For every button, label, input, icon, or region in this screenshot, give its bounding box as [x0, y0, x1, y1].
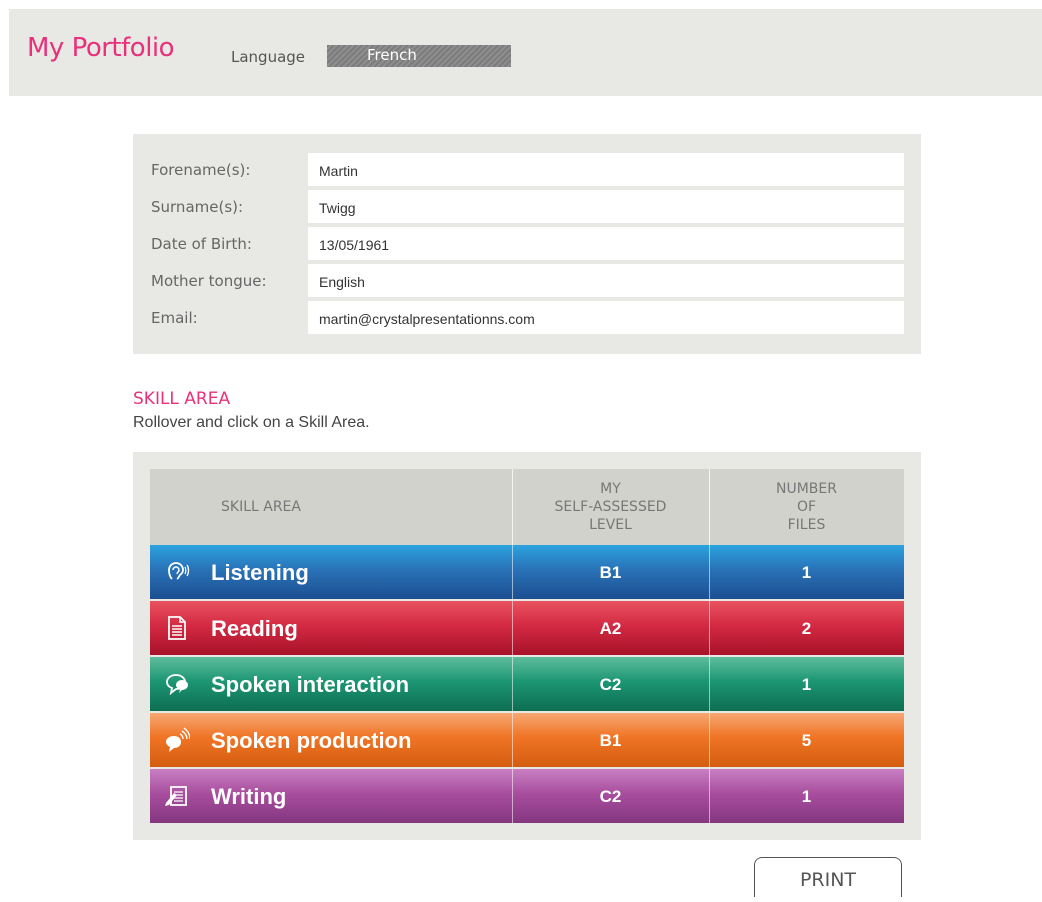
app-title: My Portfolio — [27, 33, 175, 63]
email-label: Email: — [151, 309, 198, 327]
skill-name: Writing — [211, 784, 287, 809]
language-label: Language — [231, 48, 306, 66]
forename-label: Forename(s): — [151, 161, 251, 179]
skill-level: A2 — [599, 619, 622, 638]
date-of-birth-field[interactable]: 13/05/1961 — [308, 227, 904, 260]
writing-icon — [165, 786, 187, 806]
skill-file-count: 1 — [801, 675, 812, 694]
document-icon — [168, 616, 186, 640]
profile-panel: Forename(s): Martin Surname(s): Twigg Da… — [133, 134, 921, 354]
column-header-level: MY SELF-ASSESSED LEVEL — [554, 481, 667, 533]
skill-level: B1 — [599, 563, 622, 582]
column-header-files: NUMBER OF FILES — [776, 481, 837, 533]
profile-row-dob: Date of Birth: 13/05/1961 — [133, 226, 921, 262]
skill-row-spoken-production[interactable]: Spoken production B1 5 — [150, 713, 904, 767]
skill-file-count: 1 — [801, 787, 812, 806]
forename-field[interactable]: Martin — [308, 153, 904, 186]
speaker-sound-icon — [166, 727, 190, 752]
column-header-skill-area: SKILL AREA — [221, 499, 301, 515]
profile-row-email: Email: martin@crystalpresentationns.com — [133, 300, 921, 336]
profile-row-forename: Forename(s): Martin — [133, 152, 921, 188]
surname-label: Surname(s): — [151, 198, 244, 216]
speech-bubbles-icon — [166, 674, 188, 696]
header-bar: My Portfolio Language French — [9, 9, 1042, 96]
profile-row-surname: Surname(s): Twigg — [133, 189, 921, 225]
skill-file-count: 2 — [801, 619, 812, 638]
skill-row-listening[interactable]: Listening B1 1 — [150, 545, 904, 599]
skill-level: B1 — [599, 731, 622, 750]
date-of-birth-label: Date of Birth: — [151, 235, 252, 253]
mother-tongue-field[interactable]: English — [308, 264, 904, 297]
skill-area-heading: SKILL AREA — [133, 389, 231, 409]
skill-table-header: SKILL AREA MY SELF-ASSESSED LEVEL NUMBER… — [150, 469, 904, 545]
skill-row-writing[interactable]: Writing C2 1 — [150, 769, 904, 823]
skill-file-count: 1 — [801, 563, 812, 582]
print-button[interactable]: PRINT — [754, 857, 902, 897]
skill-row-reading[interactable]: Reading A2 2 — [150, 601, 904, 655]
mother-tongue-label: Mother tongue: — [151, 272, 267, 290]
profile-row-mother-tongue: Mother tongue: English — [133, 263, 921, 299]
skill-name: Reading — [211, 616, 298, 641]
skill-name: Spoken production — [211, 728, 412, 753]
skill-row-spoken-interaction[interactable]: Spoken interaction C2 1 — [150, 657, 904, 711]
skill-level: C2 — [599, 675, 622, 694]
surname-field[interactable]: Twigg — [308, 190, 904, 223]
language-select[interactable]: French — [327, 45, 511, 67]
ear-icon — [168, 562, 190, 580]
skill-file-count: 5 — [801, 731, 812, 750]
skill-name: Spoken interaction — [211, 672, 410, 697]
skill-name: Listening — [211, 560, 309, 585]
skill-area-panel: SKILL AREA MY SELF-ASSESSED LEVEL NUMBER… — [133, 452, 921, 840]
email-field[interactable]: martin@crystalpresentationns.com — [308, 301, 904, 334]
skill-area-instruction: Rollover and click on a Skill Area. — [133, 414, 370, 431]
skill-level: C2 — [599, 787, 622, 806]
